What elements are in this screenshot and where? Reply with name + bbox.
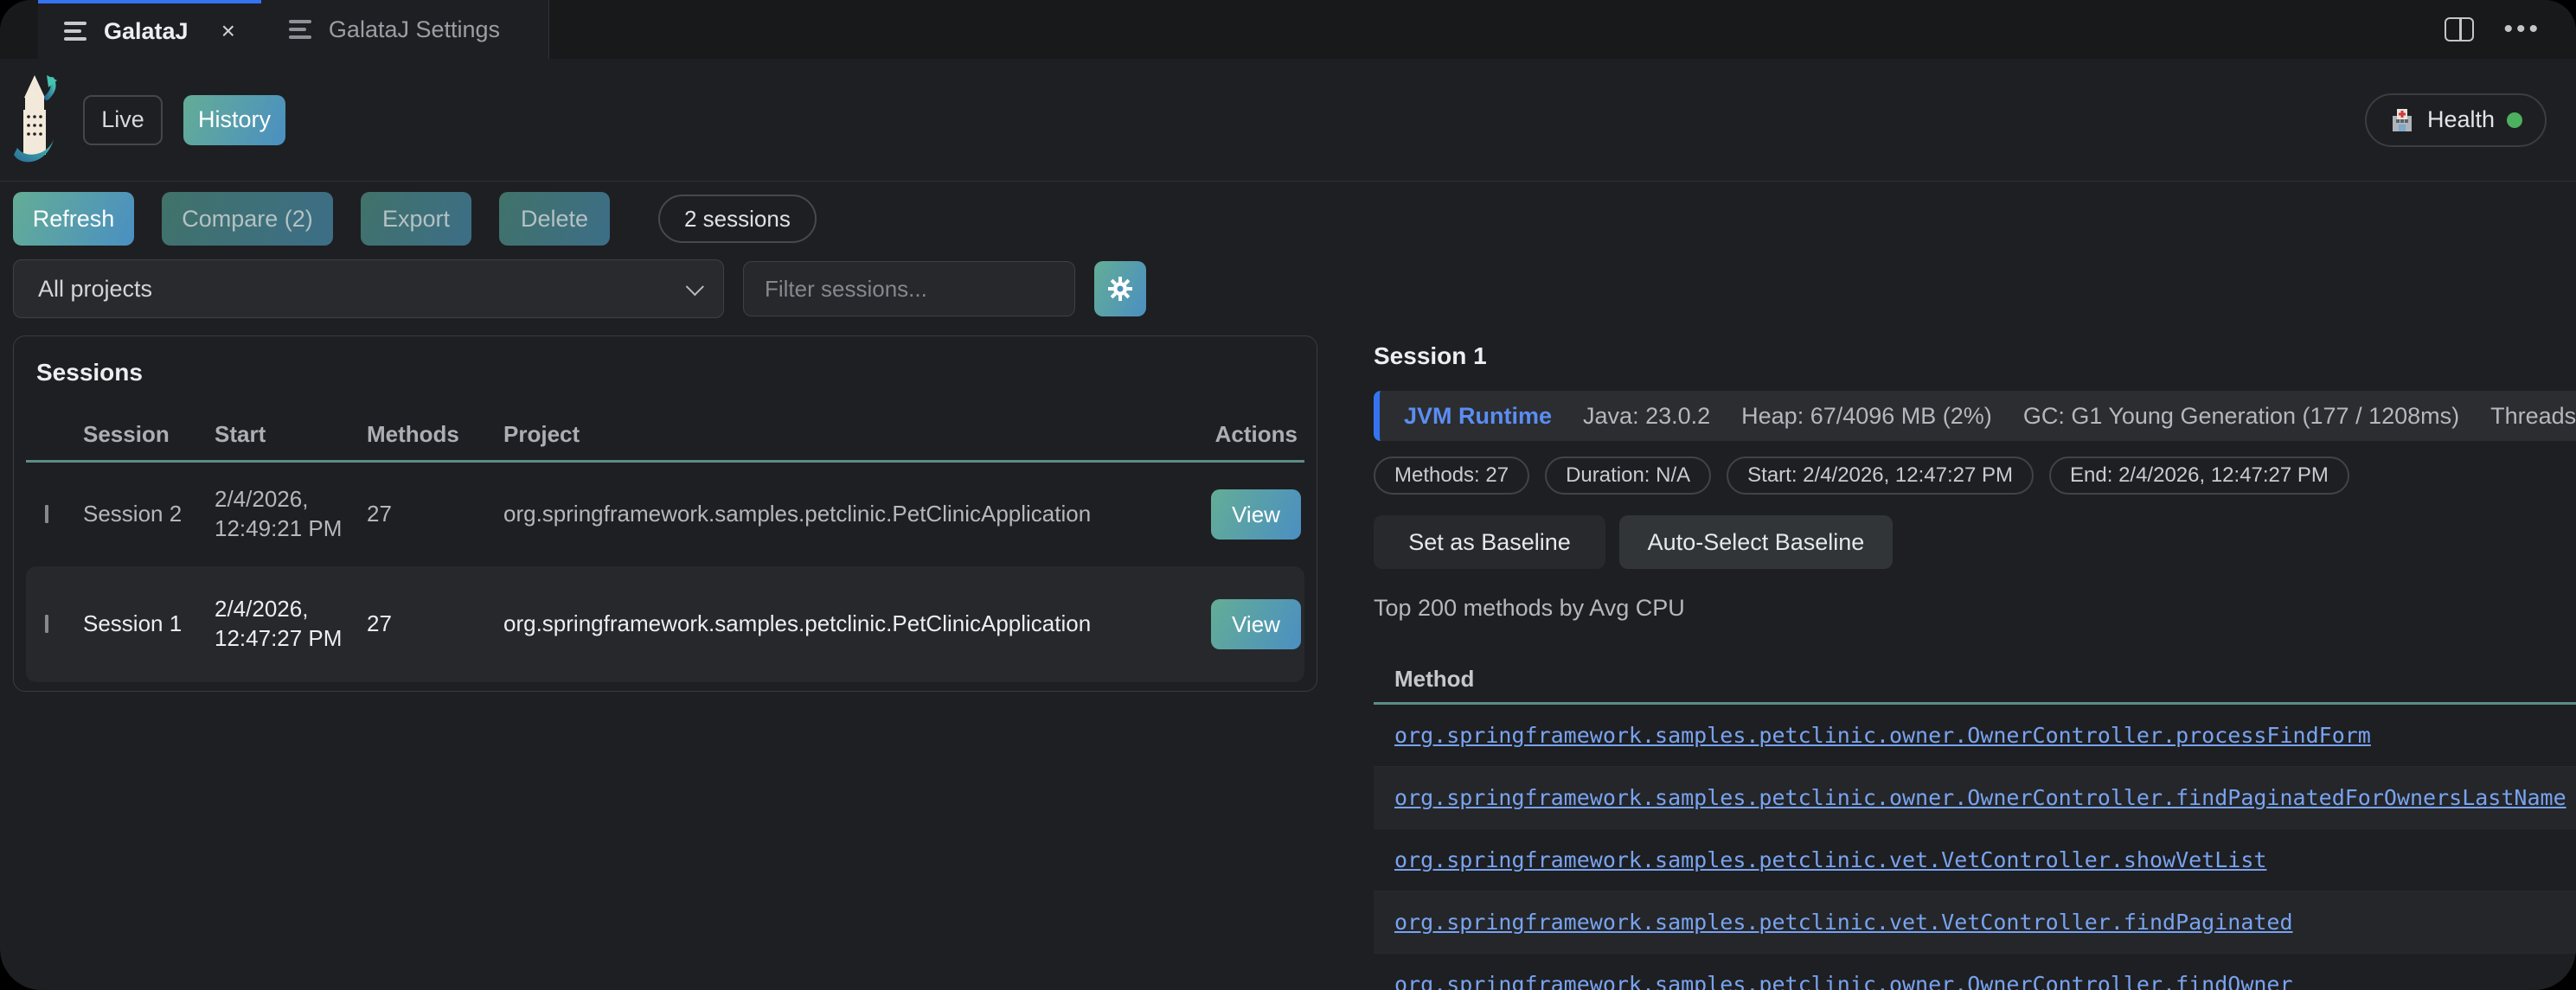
set-baseline-button[interactable]: Set as Baseline [1374,515,1605,569]
session-methods: 27 [367,610,503,639]
method-link[interactable]: org.springframework.samples.petclinic.ve… [1394,910,2293,935]
sessions-table-header: Session Start Methods Project Actions [26,409,1304,463]
tab-lines-icon [64,22,87,41]
session-toolbar: Refresh Compare (2) Export Delete 2 sess… [13,192,817,246]
row-checkbox[interactable] [45,505,48,523]
session-project: org.springframework.samples.petclinic.Pe… [503,500,1199,529]
jvm-gc: GC: G1 Young Generation (177 / 1208ms) [2023,403,2459,430]
session-project: org.springframework.samples.petclinic.Pe… [503,610,1199,639]
row-checkbox[interactable] [45,615,48,633]
col-session: Session [83,421,215,448]
live-button[interactable]: Live [83,95,163,145]
method-row: org.springframework.samples.petclinic.ve… [1374,891,2576,954]
jvm-heap: Heap: 67/4096 MB (2%) [1741,403,1992,430]
app-window: GalataJ × GalataJ Settings ••• [0,0,2576,990]
methods-badge: Methods: 27 [1374,457,1529,495]
sessions-panel: Sessions Session Start Methods Project A… [13,335,1317,692]
end-badge: End: 2/4/2026, 12:47:27 PM [2049,457,2349,495]
jvm-java-version: Java: 23.0.2 [1583,403,1710,430]
tab-galataj-settings[interactable]: GalataJ Settings [261,0,549,59]
start-badge: Start: 2/4/2026, 12:47:27 PM [1727,457,2034,495]
screen: GalataJ × GalataJ Settings ••• [0,0,2576,990]
method-link[interactable]: org.springframework.samples.petclinic.ow… [1394,785,2566,810]
gear-icon [1107,276,1133,302]
method-link[interactable]: org.springframework.samples.petclinic.ow… [1394,972,2293,990]
col-method: Method [1374,666,1474,693]
filter-row: All projects [13,259,1146,318]
auto-select-baseline-button[interactable]: Auto-Select Baseline [1619,515,1893,569]
sessions-table: Session Start Methods Project Actions Se… [26,409,1304,682]
galata-tower-logo [9,72,61,169]
session-name: Session 2 [83,500,215,529]
filter-sessions-input[interactable] [743,261,1075,316]
table-row-session-1[interactable]: Session 1 2/4/2026, 12:47:27 PM 27 org.s… [26,566,1304,682]
col-actions: Actions [1199,421,1304,448]
tab-strip: GalataJ × GalataJ Settings ••• [0,0,2576,59]
health-badge[interactable]: Health [2365,93,2547,147]
baseline-actions: Set as Baseline Auto-Select Baseline [1374,515,2576,569]
methods-table-header: Method [1374,656,2576,705]
more-options-icon[interactable]: ••• [2503,16,2541,42]
chevron-down-icon [686,278,704,296]
view-button[interactable]: View [1211,489,1301,540]
project-select-value: All projects [38,276,152,303]
tab-label: GalataJ [104,18,189,45]
method-row: org.springframework.samples.petclinic.ow… [1374,705,2576,767]
method-link[interactable]: org.springframework.samples.petclinic.ow… [1394,723,2371,748]
table-row-session-2[interactable]: Session 2 2/4/2026, 12:49:21 PM 27 org.s… [26,463,1304,566]
tab-label: GalataJ Settings [329,16,500,43]
duration-badge: Duration: N/A [1545,457,1711,495]
session-start: 2/4/2026, 12:49:21 PM [215,485,367,544]
top-methods-label: Top 200 methods by Avg CPU [1374,595,2576,622]
jvm-runtime-tab[interactable]: JVM Runtime [1404,403,1552,430]
split-view-icon[interactable] [2445,17,2474,42]
detail-title: Session 1 [1374,342,2576,370]
history-button[interactable]: History [183,95,285,145]
app-header: Live History Health [0,59,2576,182]
method-link[interactable]: org.springframework.samples.petclinic.ve… [1394,847,2266,872]
sessions-panel-title: Sessions [36,359,1304,386]
settings-gear-button[interactable] [1094,261,1146,316]
session-methods: 27 [367,500,503,529]
col-methods: Methods [367,421,503,448]
method-row: org.springframework.samples.petclinic.ow… [1374,767,2576,829]
export-button[interactable]: Export [361,192,471,246]
view-button[interactable]: View [1211,599,1301,649]
methods-table: Method org.springframework.samples.petcl… [1374,656,2576,990]
close-tab-icon[interactable]: × [221,19,235,43]
refresh-button[interactable]: Refresh [13,192,134,246]
compare-button[interactable]: Compare (2) [162,192,333,246]
session-badges: Methods: 27 Duration: N/A Start: 2/4/202… [1374,457,2576,495]
jvm-threads: Threads: 27 (peak: 29) [2490,403,2576,430]
method-row: org.springframework.samples.petclinic.ve… [1374,829,2576,891]
health-label: Health [2427,106,2495,133]
col-project: Project [503,421,1199,448]
project-select[interactable]: All projects [13,259,724,318]
session-start: 2/4/2026, 12:47:27 PM [215,595,367,654]
session-name: Session 1 [83,610,215,639]
session-detail-panel: Session 1 JVM Runtime Java: 23.0.2 Heap:… [1374,342,2576,990]
method-row: org.springframework.samples.petclinic.ow… [1374,954,2576,990]
session-count-badge: 2 sessions [658,195,817,243]
tab-galataj[interactable]: GalataJ × [38,0,261,59]
delete-button[interactable]: Delete [499,192,610,246]
hospital-icon [2389,107,2415,133]
health-status-dot [2507,112,2522,128]
tab-lines-icon [289,20,311,39]
jvm-runtime-bar: JVM Runtime Java: 23.0.2 Heap: 67/4096 M… [1374,391,2576,441]
tabbar-actions: ••• [2445,0,2576,59]
col-start: Start [215,421,367,448]
